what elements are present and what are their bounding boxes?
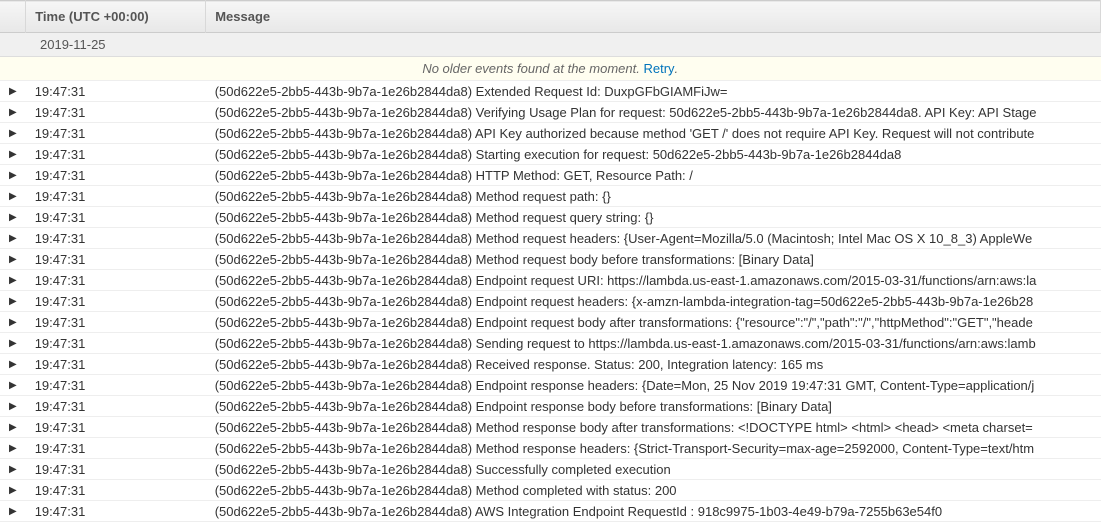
time-column-header[interactable]: Time (UTC +00:00): [26, 1, 206, 33]
log-message: (50d622e5-2bb5-443b-9b7a-1e26b2844da8) S…: [206, 333, 1101, 354]
date-separator-row: 2019-11-25: [0, 33, 1101, 57]
log-row[interactable]: ▶19:47:31(50d622e5-2bb5-443b-9b7a-1e26b2…: [0, 312, 1101, 333]
expand-row-icon[interactable]: ▶: [0, 396, 26, 417]
message-column-header[interactable]: Message: [206, 1, 1101, 33]
expand-all-header: [0, 1, 26, 33]
log-row[interactable]: ▶19:47:31(50d622e5-2bb5-443b-9b7a-1e26b2…: [0, 396, 1101, 417]
table-header-row: Time (UTC +00:00) Message: [0, 1, 1101, 33]
log-time: 19:47:31: [26, 144, 206, 165]
log-message: (50d622e5-2bb5-443b-9b7a-1e26b2844da8) E…: [206, 291, 1101, 312]
log-message: (50d622e5-2bb5-443b-9b7a-1e26b2844da8) H…: [206, 165, 1101, 186]
log-time: 19:47:31: [26, 375, 206, 396]
expand-row-icon[interactable]: ▶: [0, 144, 26, 165]
log-row[interactable]: ▶19:47:31(50d622e5-2bb5-443b-9b7a-1e26b2…: [0, 270, 1101, 291]
log-time: 19:47:31: [26, 249, 206, 270]
log-row[interactable]: ▶19:47:31(50d622e5-2bb5-443b-9b7a-1e26b2…: [0, 375, 1101, 396]
log-message: (50d622e5-2bb5-443b-9b7a-1e26b2844da8) M…: [206, 417, 1101, 438]
date-separator-label: 2019-11-25: [0, 33, 1101, 57]
log-time: 19:47:31: [26, 165, 206, 186]
log-time: 19:47:31: [26, 102, 206, 123]
log-row[interactable]: ▶19:47:31(50d622e5-2bb5-443b-9b7a-1e26b2…: [0, 354, 1101, 375]
log-message: (50d622e5-2bb5-443b-9b7a-1e26b2844da8) E…: [206, 270, 1101, 291]
log-message: (50d622e5-2bb5-443b-9b7a-1e26b2844da8) M…: [206, 438, 1101, 459]
expand-row-icon[interactable]: ▶: [0, 81, 26, 102]
log-message: (50d622e5-2bb5-443b-9b7a-1e26b2844da8) A…: [206, 123, 1101, 144]
log-row[interactable]: ▶19:47:31(50d622e5-2bb5-443b-9b7a-1e26b2…: [0, 417, 1101, 438]
log-row[interactable]: ▶19:47:31(50d622e5-2bb5-443b-9b7a-1e26b2…: [0, 249, 1101, 270]
no-older-events-text: No older events found at the moment.: [422, 61, 640, 76]
expand-row-icon[interactable]: ▶: [0, 375, 26, 396]
log-row[interactable]: ▶19:47:31(50d622e5-2bb5-443b-9b7a-1e26b2…: [0, 144, 1101, 165]
log-time: 19:47:31: [26, 480, 206, 501]
log-time: 19:47:31: [26, 186, 206, 207]
log-message: (50d622e5-2bb5-443b-9b7a-1e26b2844da8) M…: [206, 207, 1101, 228]
expand-row-icon[interactable]: ▶: [0, 249, 26, 270]
log-time: 19:47:31: [26, 417, 206, 438]
log-row[interactable]: ▶19:47:31(50d622e5-2bb5-443b-9b7a-1e26b2…: [0, 228, 1101, 249]
log-time: 19:47:31: [26, 291, 206, 312]
log-message: (50d622e5-2bb5-443b-9b7a-1e26b2844da8) M…: [206, 186, 1101, 207]
log-message: (50d622e5-2bb5-443b-9b7a-1e26b2844da8) E…: [206, 312, 1101, 333]
no-older-events-row: No older events found at the moment. Ret…: [0, 57, 1101, 81]
log-row[interactable]: ▶19:47:31(50d622e5-2bb5-443b-9b7a-1e26b2…: [0, 123, 1101, 144]
log-time: 19:47:31: [26, 459, 206, 480]
log-time: 19:47:31: [26, 123, 206, 144]
log-time: 19:47:31: [26, 396, 206, 417]
retry-link[interactable]: Retry: [643, 61, 674, 76]
log-events-table: Time (UTC +00:00) Message 2019-11-25 No …: [0, 0, 1101, 522]
log-message: (50d622e5-2bb5-443b-9b7a-1e26b2844da8) E…: [206, 375, 1101, 396]
expand-row-icon[interactable]: ▶: [0, 228, 26, 249]
log-message: (50d622e5-2bb5-443b-9b7a-1e26b2844da8) E…: [206, 81, 1101, 102]
log-time: 19:47:31: [26, 312, 206, 333]
log-row[interactable]: ▶19:47:31(50d622e5-2bb5-443b-9b7a-1e26b2…: [0, 102, 1101, 123]
expand-row-icon[interactable]: ▶: [0, 291, 26, 312]
expand-row-icon[interactable]: ▶: [0, 438, 26, 459]
log-message: (50d622e5-2bb5-443b-9b7a-1e26b2844da8) R…: [206, 354, 1101, 375]
log-time: 19:47:31: [26, 354, 206, 375]
expand-row-icon[interactable]: ▶: [0, 333, 26, 354]
log-message: (50d622e5-2bb5-443b-9b7a-1e26b2844da8) M…: [206, 249, 1101, 270]
log-row[interactable]: ▶19:47:31(50d622e5-2bb5-443b-9b7a-1e26b2…: [0, 186, 1101, 207]
expand-row-icon[interactable]: ▶: [0, 270, 26, 291]
log-row[interactable]: ▶19:47:31(50d622e5-2bb5-443b-9b7a-1e26b2…: [0, 291, 1101, 312]
log-row[interactable]: ▶19:47:31(50d622e5-2bb5-443b-9b7a-1e26b2…: [0, 459, 1101, 480]
log-message: (50d622e5-2bb5-443b-9b7a-1e26b2844da8) S…: [206, 144, 1101, 165]
expand-row-icon[interactable]: ▶: [0, 186, 26, 207]
expand-row-icon[interactable]: ▶: [0, 123, 26, 144]
log-row[interactable]: ▶19:47:31(50d622e5-2bb5-443b-9b7a-1e26b2…: [0, 207, 1101, 228]
log-time: 19:47:31: [26, 270, 206, 291]
log-time: 19:47:31: [26, 333, 206, 354]
log-message: (50d622e5-2bb5-443b-9b7a-1e26b2844da8) S…: [206, 459, 1101, 480]
log-row[interactable]: ▶19:47:31(50d622e5-2bb5-443b-9b7a-1e26b2…: [0, 438, 1101, 459]
log-message: (50d622e5-2bb5-443b-9b7a-1e26b2844da8) M…: [206, 228, 1101, 249]
log-message: (50d622e5-2bb5-443b-9b7a-1e26b2844da8) M…: [206, 480, 1101, 501]
expand-row-icon[interactable]: ▶: [0, 459, 26, 480]
expand-row-icon[interactable]: ▶: [0, 207, 26, 228]
log-time: 19:47:31: [26, 81, 206, 102]
log-time: 19:47:31: [26, 228, 206, 249]
log-row[interactable]: ▶19:47:31(50d622e5-2bb5-443b-9b7a-1e26b2…: [0, 165, 1101, 186]
log-time: 19:47:31: [26, 207, 206, 228]
log-row[interactable]: ▶19:47:31(50d622e5-2bb5-443b-9b7a-1e26b2…: [0, 81, 1101, 102]
log-time: 19:47:31: [26, 438, 206, 459]
log-message: (50d622e5-2bb5-443b-9b7a-1e26b2844da8) E…: [206, 396, 1101, 417]
expand-row-icon[interactable]: ▶: [0, 102, 26, 123]
log-row[interactable]: ▶19:47:31(50d622e5-2bb5-443b-9b7a-1e26b2…: [0, 333, 1101, 354]
expand-row-icon[interactable]: ▶: [0, 417, 26, 438]
log-message: (50d622e5-2bb5-443b-9b7a-1e26b2844da8) V…: [206, 102, 1101, 123]
log-row[interactable]: ▶19:47:31(50d622e5-2bb5-443b-9b7a-1e26b2…: [0, 480, 1101, 501]
expand-row-icon[interactable]: ▶: [0, 480, 26, 501]
expand-row-icon[interactable]: ▶: [0, 165, 26, 186]
expand-row-icon[interactable]: ▶: [0, 354, 26, 375]
expand-row-icon[interactable]: ▶: [0, 312, 26, 333]
